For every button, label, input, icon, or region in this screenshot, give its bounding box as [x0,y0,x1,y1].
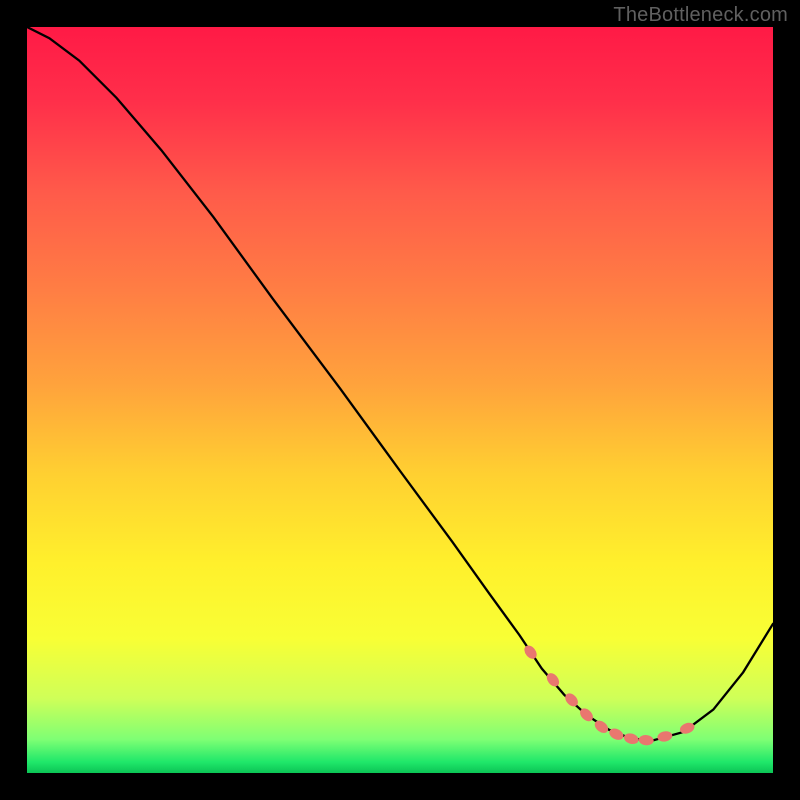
chart-frame: TheBottleneck.com [0,0,800,800]
curve-layer [27,27,773,773]
highlight-dot [656,730,673,743]
highlight-dot [522,643,539,661]
highlight-dot [623,732,640,746]
watermark-label: TheBottleneck.com [613,4,788,27]
highlight-dot [638,734,654,746]
bottleneck-curve [27,27,773,740]
plot-area [27,27,773,773]
highlight-dot [607,726,625,742]
